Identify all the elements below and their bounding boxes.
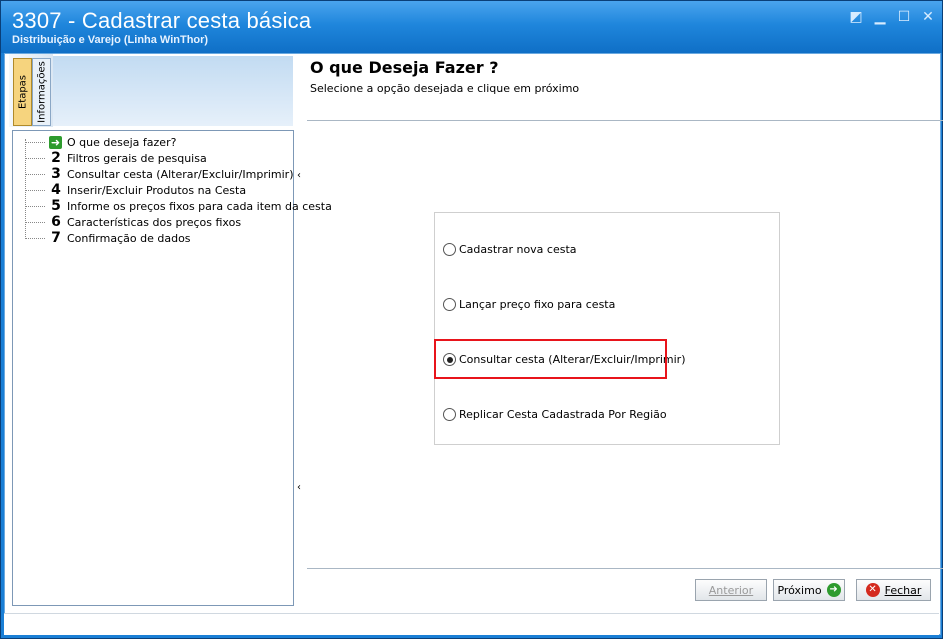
next-arrow-icon: ➜: [826, 583, 841, 597]
step-number: 4: [51, 182, 61, 198]
option-cadastrar-nova-cesta[interactable]: Cadastrar nova cesta: [443, 243, 577, 256]
collapse-left-icon[interactable]: ‹: [297, 170, 301, 181]
tab-informacoes-label: Informações: [36, 61, 47, 123]
radio-button[interactable]: [443, 243, 456, 256]
close-icon[interactable]: ✕: [920, 9, 936, 25]
selection-highlight-box: [434, 339, 667, 379]
close-label: Fechar: [884, 583, 922, 597]
tab-etapas[interactable]: Etapas: [13, 58, 32, 126]
option-lancar-preco-fixo[interactable]: Lançar preço fixo para cesta: [443, 298, 615, 311]
current-step-arrow-icon: ➜: [49, 135, 62, 149]
step-3[interactable]: 3 Consultar cesta (Alterar/Excluir/Impri…: [13, 166, 294, 182]
step-label: Consultar cesta (Alterar/Excluir/Imprimi…: [67, 167, 294, 181]
step-7[interactable]: 7 Confirmação de dados: [13, 230, 191, 246]
status-bar: [4, 613, 939, 635]
tab-etapas-label: Etapas: [17, 74, 28, 110]
previous-button[interactable]: Anterior: [695, 579, 767, 601]
step-6[interactable]: 6 Características dos preços fixos: [13, 214, 241, 230]
step-label: Informe os preços fixos para cada item d…: [67, 199, 332, 213]
previous-label: Anterior: [708, 583, 754, 597]
window-controls: ◩ ▁ ☐ ✕: [848, 9, 936, 25]
step-label: Inserir/Excluir Produtos na Cesta: [67, 183, 247, 197]
footer-divider: [307, 568, 943, 569]
step-number: 2: [51, 150, 61, 166]
step-number: 5: [51, 198, 61, 214]
step-number: 6: [51, 214, 61, 230]
collapse-left-icon[interactable]: ‹: [297, 482, 301, 493]
option-label: Replicar Cesta Cadastrada Por Região: [459, 408, 667, 421]
option-label: Cadastrar nova cesta: [459, 243, 577, 256]
step-label: Confirmação de dados: [67, 231, 191, 245]
restore-icon[interactable]: ◩: [848, 9, 864, 25]
step-number: 3: [51, 166, 61, 182]
step-label: Filtros gerais de pesquisa: [67, 151, 207, 165]
step-1[interactable]: ➜ O que deseja fazer?: [13, 134, 176, 150]
maximize-icon[interactable]: ☐: [896, 9, 912, 25]
vertical-tabs: Etapas Informações: [9, 54, 53, 127]
steps-tree: ➜ O que deseja fazer? 2 Filtros gerais d…: [12, 130, 332, 606]
option-replicar-cesta[interactable]: Replicar Cesta Cadastrada Por Região: [443, 408, 667, 421]
left-panel-header: [53, 56, 293, 126]
title-bar: 3307 - Cadastrar cesta básica Distribuiç…: [1, 1, 942, 53]
window-title: 3307 - Cadastrar cesta básica: [12, 8, 312, 33]
app-window: 3307 - Cadastrar cesta básica Distribuiç…: [0, 0, 943, 639]
page-title: O que Deseja Fazer ?: [310, 58, 499, 77]
minimize-icon[interactable]: ▁: [872, 9, 888, 25]
step-4[interactable]: 4 Inserir/Excluir Produtos na Cesta: [13, 182, 246, 198]
page-subtitle: Selecione a opção desejada e clique em p…: [310, 82, 580, 95]
tab-informacoes[interactable]: Informações: [32, 58, 51, 126]
next-button[interactable]: Próximo ➜: [773, 579, 845, 601]
option-label: Lançar preço fixo para cesta: [459, 298, 616, 311]
panel-splitter[interactable]: [296, 164, 304, 504]
options-group: Cadastrar nova cesta Lançar preço fixo p…: [434, 212, 780, 445]
step-5[interactable]: 5 Informe os preços fixos para cada item…: [13, 198, 332, 214]
step-label: Características dos preços fixos: [67, 215, 242, 229]
radio-button[interactable]: [443, 298, 456, 311]
close-button[interactable]: ✕ Fechar: [856, 579, 931, 601]
client-area: Etapas Informações ➜ O que deseja fazer?…: [4, 53, 943, 635]
step-number: 7: [51, 230, 61, 246]
header-divider: [307, 120, 943, 121]
close-x-icon: ✕: [865, 583, 880, 597]
step-2[interactable]: 2 Filtros gerais de pesquisa: [13, 150, 207, 166]
window-subtitle: Distribuição e Varejo (Linha WinThor): [12, 34, 209, 46]
radio-button[interactable]: [443, 408, 456, 421]
next-label: Próximo: [777, 583, 822, 597]
step-label: O que deseja fazer?: [67, 135, 177, 149]
